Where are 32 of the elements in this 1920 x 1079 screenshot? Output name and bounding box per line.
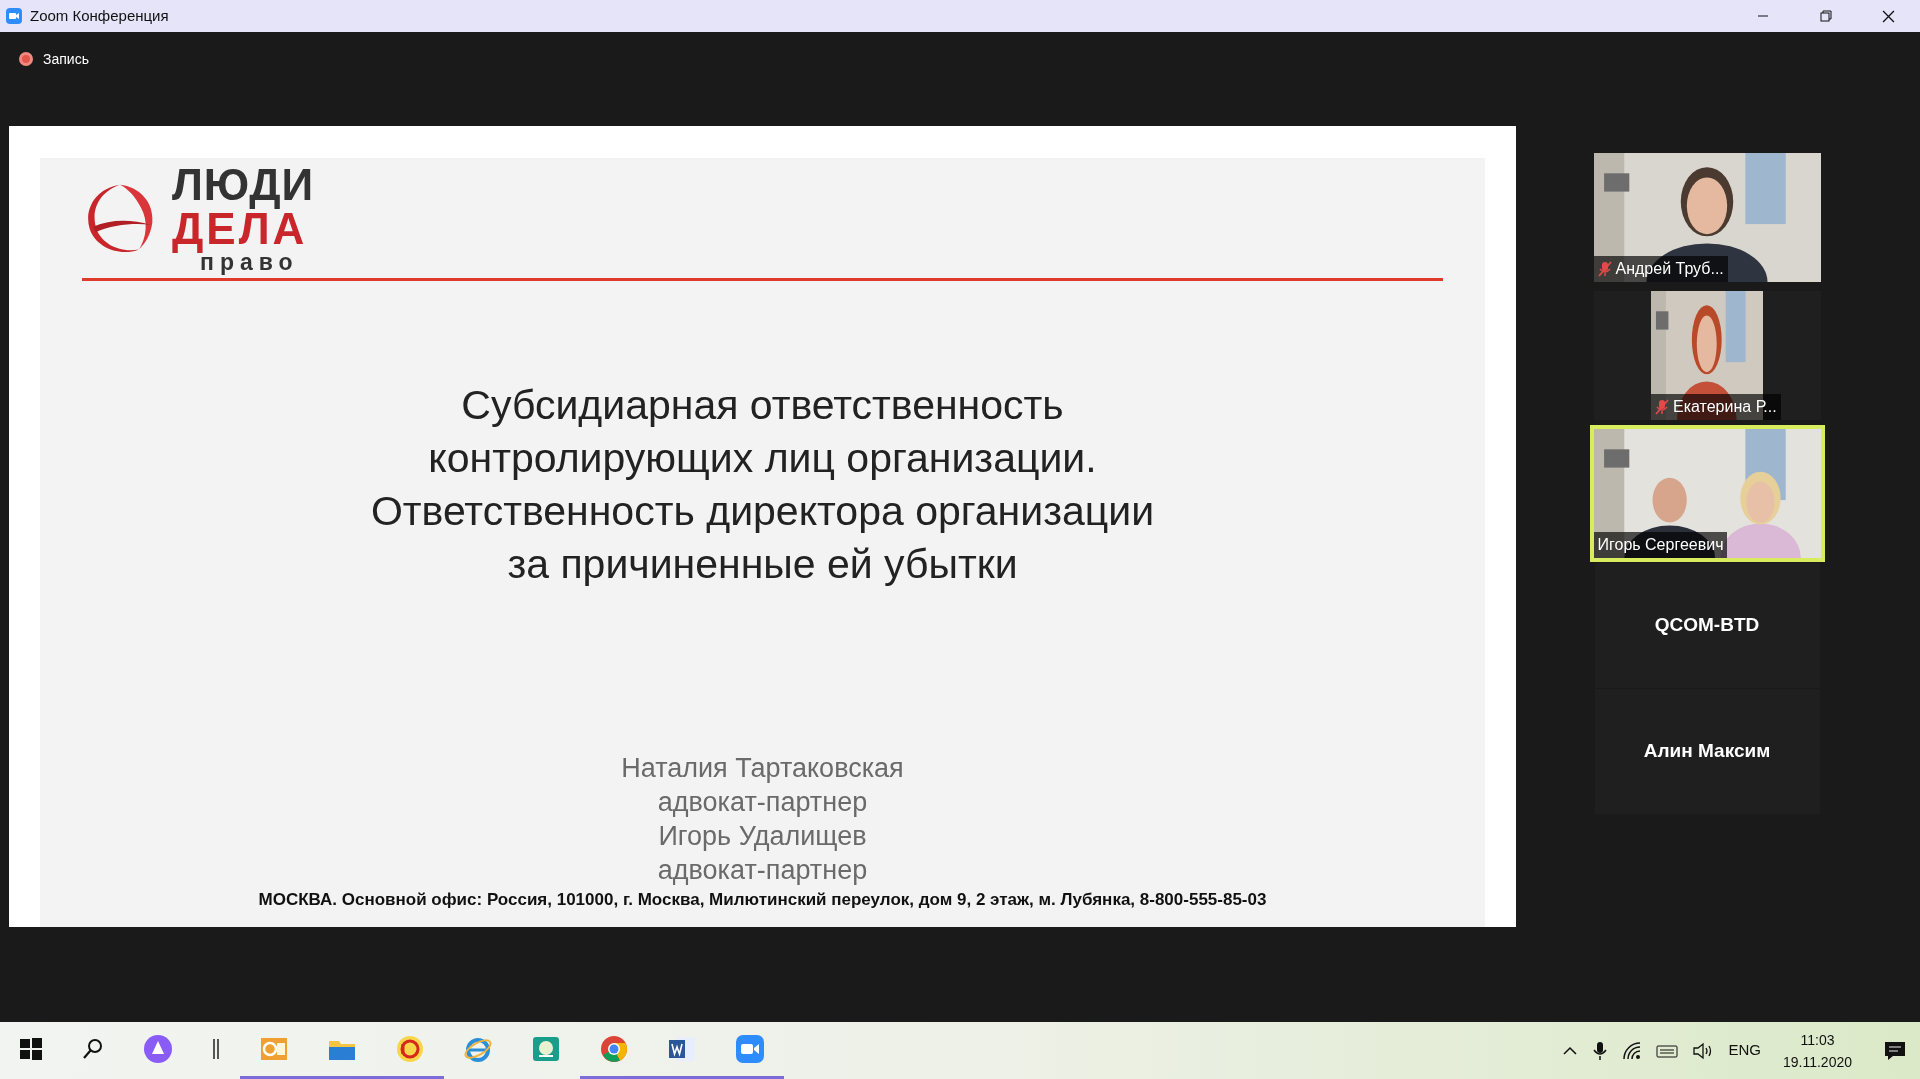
wifi-icon[interactable] (1622, 1040, 1643, 1061)
slide-footer: МОСКВА. Основной офис: Россия, 101000, г. Москва, Милютинский переулок, дом 9, 2 этаж, м. Лубянка, 8-800-555-85-03 (258, 887, 1267, 913)
search-icon[interactable] (81, 1037, 105, 1061)
muted-microphone-icon (1655, 399, 1669, 415)
participant-name: Алин Максим (1643, 739, 1771, 764)
close-icon (1882, 9, 1895, 23)
task-view-icon[interactable] (211, 1037, 221, 1061)
participant-name: QCOM-BTD (1654, 613, 1760, 638)
microphone-icon[interactable] (1592, 1040, 1609, 1061)
recording-label: Запись (43, 49, 89, 69)
assistant-icon[interactable] (143, 1034, 173, 1064)
clock[interactable]: 11:03 19.11.2020 (1774, 1028, 1860, 1073)
notifications-icon[interactable] (1884, 1039, 1906, 1062)
restore-icon (1819, 10, 1832, 22)
image-viewer-icon[interactable] (531, 1034, 561, 1064)
video-camera-app-icon (6, 8, 22, 24)
clock-time: 11:03 (1800, 1030, 1835, 1050)
clock-date: 19.11.2020 (1782, 1052, 1852, 1072)
accounting-app-icon[interactable] (395, 1034, 425, 1064)
video-camera-app-icon[interactable] (735, 1034, 765, 1064)
language-indicator[interactable]: ENG (1728, 1039, 1761, 1062)
speaker-list: Наталия Тартаковская адвокат-партнер Игорь Удалищев адвокат-партнер (621, 751, 904, 887)
window-title: Zoom Конференция (30, 5, 169, 26)
slide-title: Субсидиарная ответственность контролирующих лиц организации. Ответственность директора организации за причиненные ей убытки (370, 381, 1155, 589)
participant-name: Екатерина Р... (1673, 397, 1777, 417)
participant-name: Андрей Труб... (1615, 259, 1724, 279)
muted-microphone-icon (1597, 261, 1612, 277)
participant-name: Игорь Сергеевич (1597, 535, 1724, 555)
logo-text: ЛЮДИ (172, 163, 315, 207)
document-app-icon[interactable] (667, 1034, 697, 1064)
chrome-browser-icon[interactable] (599, 1034, 629, 1064)
windows-start-icon[interactable] (19, 1037, 43, 1061)
